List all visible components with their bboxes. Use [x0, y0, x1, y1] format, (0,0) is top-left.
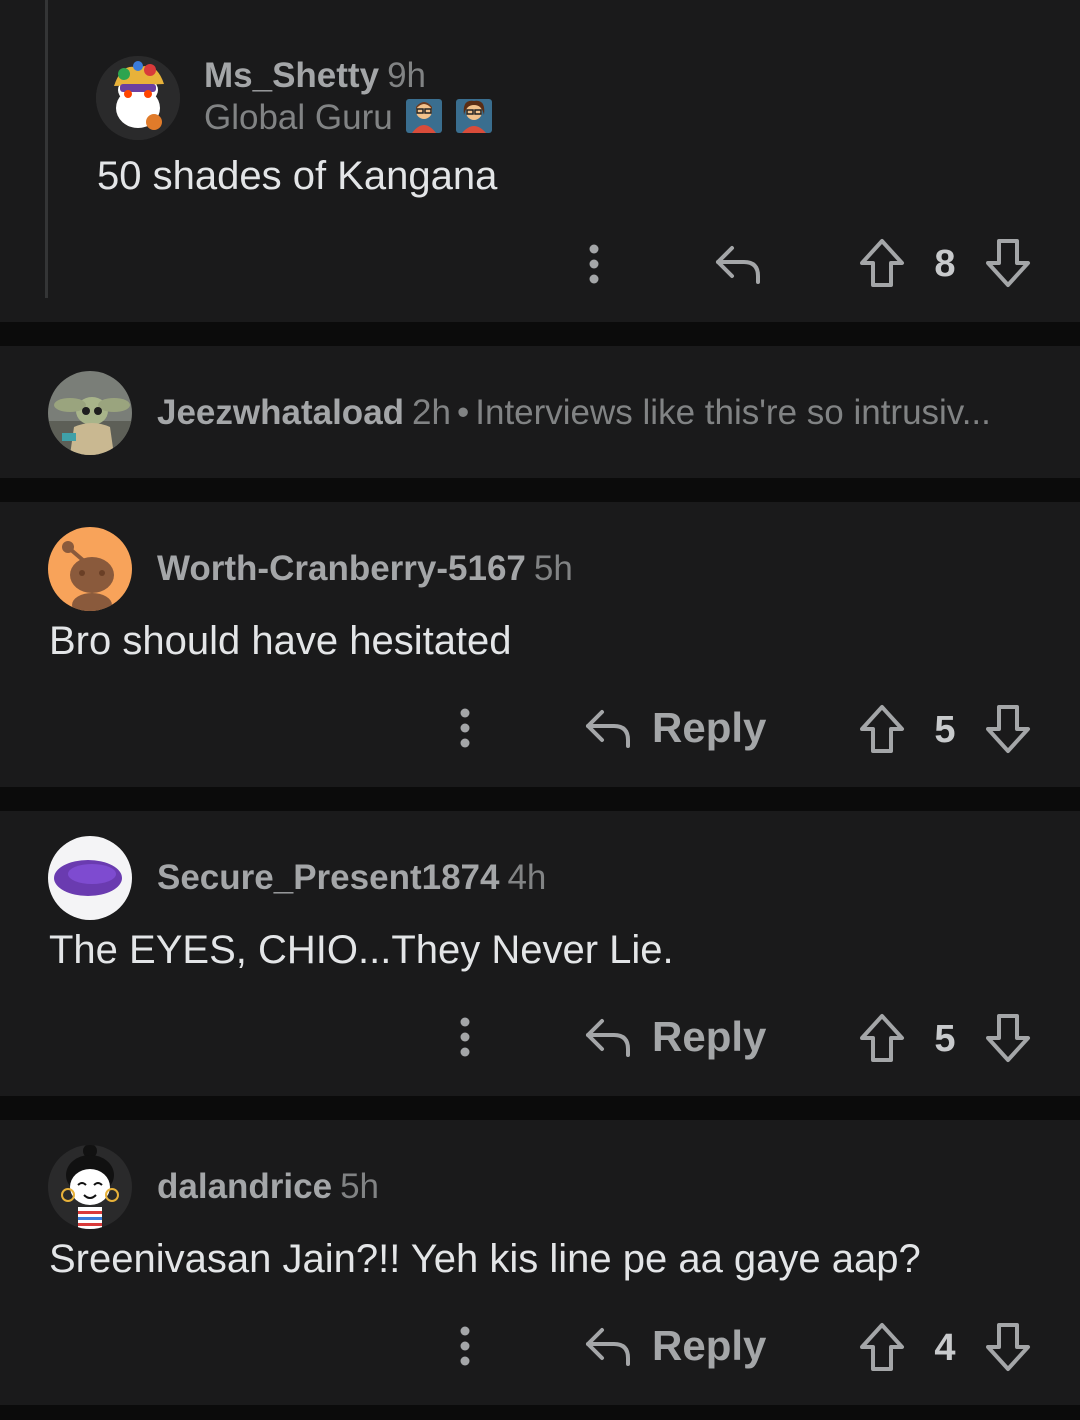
avatar[interactable]	[96, 56, 180, 140]
username[interactable]: Worth-Cranberry-5167	[157, 549, 526, 588]
reply-label: Reply	[652, 1013, 767, 1060]
upvote-button[interactable]	[856, 236, 908, 290]
downvote-button[interactable]	[982, 702, 1034, 756]
vote-count: 5	[934, 709, 956, 751]
downvote-arrow-icon	[986, 1014, 1030, 1062]
comment-card: Ms_Shetty 9h Global Guru 50 shades of Ka…	[0, 0, 1080, 322]
downvote-arrow-icon	[986, 239, 1030, 287]
avatar[interactable]	[48, 1145, 132, 1229]
avatar[interactable]	[48, 527, 132, 611]
teacher-emoji-icon	[456, 99, 493, 133]
comment-meta: dalandrice 5h	[157, 1167, 379, 1207]
username[interactable]: Jeezwhataload	[157, 393, 404, 432]
more-vertical-icon	[589, 244, 599, 284]
vote-count: 8	[934, 243, 956, 285]
downvote-button[interactable]	[982, 1320, 1034, 1374]
reply-arrow-icon	[586, 710, 630, 748]
more-options-button[interactable]	[574, 238, 614, 290]
upvote-arrow-icon	[860, 239, 904, 287]
downvote-arrow-icon	[986, 705, 1030, 753]
comment-body: Sreenivasan Jain?!! Yeh kis line pe aa g…	[49, 1237, 921, 1281]
flair-text: Global Guru	[204, 98, 393, 137]
more-vertical-icon	[460, 1326, 470, 1366]
thread-line[interactable]	[45, 0, 48, 298]
comment-card: Secure_Present1874 4h The EYES, CHIO...Th…	[0, 811, 1080, 1096]
comment-body: 50 shades of Kangana	[97, 154, 498, 198]
upvote-arrow-icon	[860, 1014, 904, 1062]
downvote-button[interactable]	[982, 1011, 1034, 1065]
timestamp: 4h	[507, 858, 547, 897]
upvote-button[interactable]	[856, 1320, 908, 1374]
more-options-button[interactable]	[445, 702, 485, 754]
downvote-button[interactable]	[982, 236, 1034, 290]
comment-card: Worth-Cranberry-5167 5h Bro should have h…	[0, 502, 1080, 787]
comment-body: Bro should have hesitated	[49, 619, 512, 663]
comment-body: The EYES, CHIO...They Never Lie.	[49, 928, 674, 972]
comment-meta: Worth-Cranberry-5167 5h	[157, 549, 573, 589]
vote-count: 5	[934, 1018, 956, 1060]
separator: •	[456, 393, 470, 432]
comment-preview: Interviews like this're so intrusiv...	[475, 393, 991, 432]
timestamp: 5h	[533, 549, 573, 588]
comment-meta: Ms_Shetty 9h	[204, 56, 426, 96]
upvote-button[interactable]	[856, 702, 908, 756]
more-options-button[interactable]	[445, 1320, 485, 1372]
reply-arrow-icon	[716, 246, 760, 284]
reply-button[interactable]	[712, 240, 764, 288]
upvote-button[interactable]	[856, 1011, 908, 1065]
comment-meta: Secure_Present1874 4h	[157, 858, 546, 898]
reply-button[interactable]: Reply	[584, 1011, 766, 1063]
username[interactable]: dalandrice	[157, 1167, 332, 1206]
more-vertical-icon	[460, 708, 470, 748]
timestamp: 9h	[387, 56, 426, 95]
teacher-emoji-icon	[406, 99, 443, 133]
avatar[interactable]	[48, 836, 132, 920]
upvote-arrow-icon	[860, 705, 904, 753]
reply-arrow-icon	[586, 1328, 630, 1366]
collapsed-comment-card[interactable]: Jeezwhataload 2h • Interviews like this're …	[0, 346, 1080, 478]
username[interactable]: Ms_Shetty	[204, 56, 379, 95]
more-options-button[interactable]	[445, 1011, 485, 1063]
vote-count: 4	[934, 1327, 956, 1369]
reply-arrow-icon	[586, 1019, 630, 1057]
reply-label: Reply	[652, 704, 767, 751]
timestamp: 5h	[340, 1167, 380, 1206]
more-vertical-icon	[460, 1017, 470, 1057]
reply-button[interactable]: Reply	[584, 1320, 766, 1372]
avatar[interactable]	[48, 371, 132, 455]
downvote-arrow-icon	[986, 1323, 1030, 1371]
username[interactable]: Secure_Present1874	[157, 858, 499, 897]
user-flair: Global Guru	[204, 98, 493, 138]
comment-card: dalandrice 5h Sreenivasan Jain?!! Yeh kis…	[0, 1120, 1080, 1405]
upvote-arrow-icon	[860, 1323, 904, 1371]
reply-label: Reply	[652, 1322, 767, 1369]
reply-button[interactable]: Reply	[584, 702, 766, 754]
comment-meta: Jeezwhataload 2h • Interviews like this're …	[157, 393, 991, 433]
timestamp: 2h	[412, 393, 451, 432]
